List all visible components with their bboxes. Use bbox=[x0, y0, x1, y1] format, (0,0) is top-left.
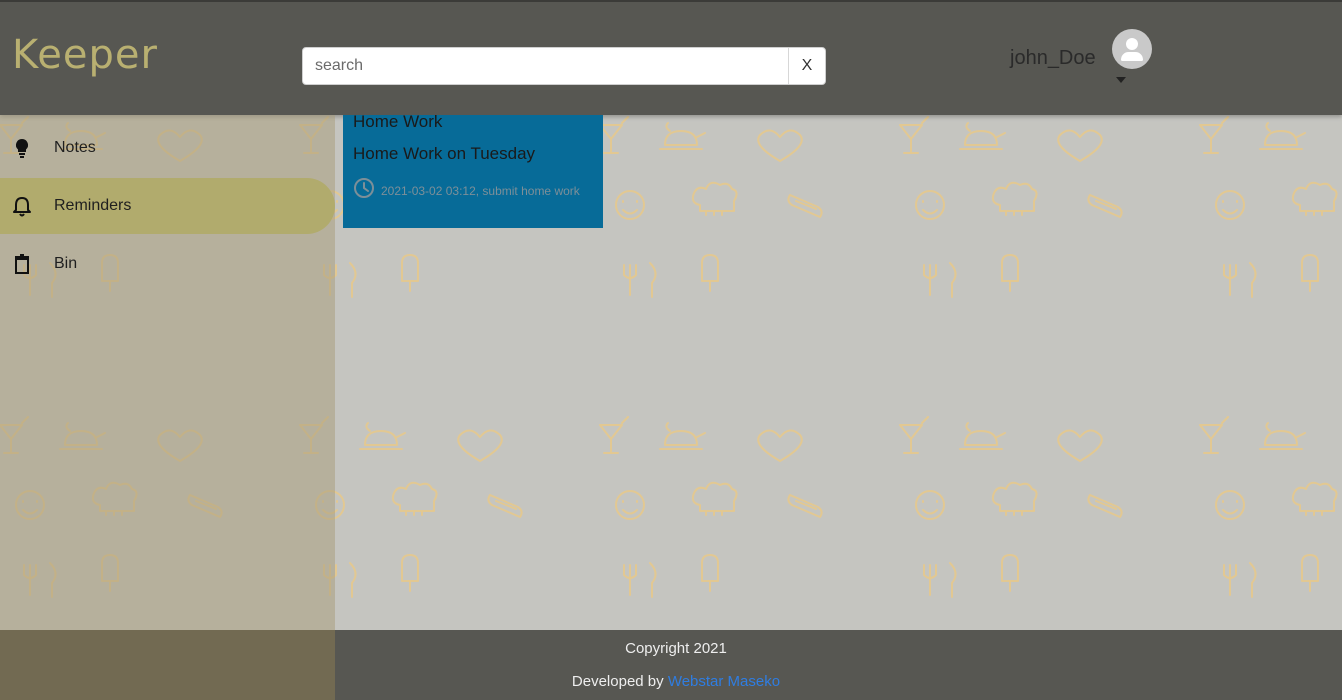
avatar-head bbox=[1126, 38, 1138, 50]
sidebar-item-notes[interactable]: Notes bbox=[0, 120, 335, 176]
note-body: Home Work on Tuesday bbox=[353, 144, 536, 163]
caret-down-icon[interactable] bbox=[1116, 77, 1126, 83]
search-bar: X bbox=[302, 47, 826, 85]
app-logo[interactable]: Keeper bbox=[12, 32, 158, 78]
trash-icon bbox=[12, 252, 32, 276]
sidebar-item-label: Reminders bbox=[54, 197, 132, 214]
sidebar-item-reminders[interactable]: Reminders bbox=[0, 178, 335, 234]
sidebar: Notes Reminders Bin bbox=[0, 115, 335, 700]
app-header: Keeper X john_Doe bbox=[0, 0, 1342, 115]
account-circle-icon[interactable] bbox=[1112, 29, 1152, 69]
developed-by: Developed by Webstar Maseko bbox=[0, 673, 1342, 690]
note-card[interactable]: Home Work Home Work on Tuesday 2021-03-0… bbox=[343, 112, 603, 228]
lightbulb-icon bbox=[12, 136, 32, 160]
search-clear-button[interactable]: X bbox=[788, 48, 825, 84]
note-reminder-text: 2021-03-02 03:12, submit home work bbox=[381, 184, 580, 199]
footer: Copyright 2021 Developed by Webstar Mase… bbox=[0, 630, 1342, 700]
bell-icon bbox=[12, 194, 32, 218]
note-reminder: 2021-03-02 03:12, submit home work bbox=[353, 177, 583, 207]
developed-by-prefix: Developed by bbox=[571, 673, 668, 690]
developer-link[interactable]: Webstar Maseko bbox=[668, 673, 780, 690]
sidebar-item-label: Notes bbox=[54, 139, 96, 156]
sidebar-item-label: Bin bbox=[54, 255, 78, 272]
username: john_Doe bbox=[1010, 47, 1096, 69]
copyright-text: Copyright 2021 bbox=[625, 640, 727, 657]
clock-icon bbox=[353, 177, 375, 207]
search-input[interactable] bbox=[303, 48, 791, 84]
sidebar-item-bin[interactable]: Bin bbox=[0, 236, 335, 292]
note-title: Home Work bbox=[353, 112, 443, 131]
avatar-body bbox=[1121, 52, 1143, 61]
